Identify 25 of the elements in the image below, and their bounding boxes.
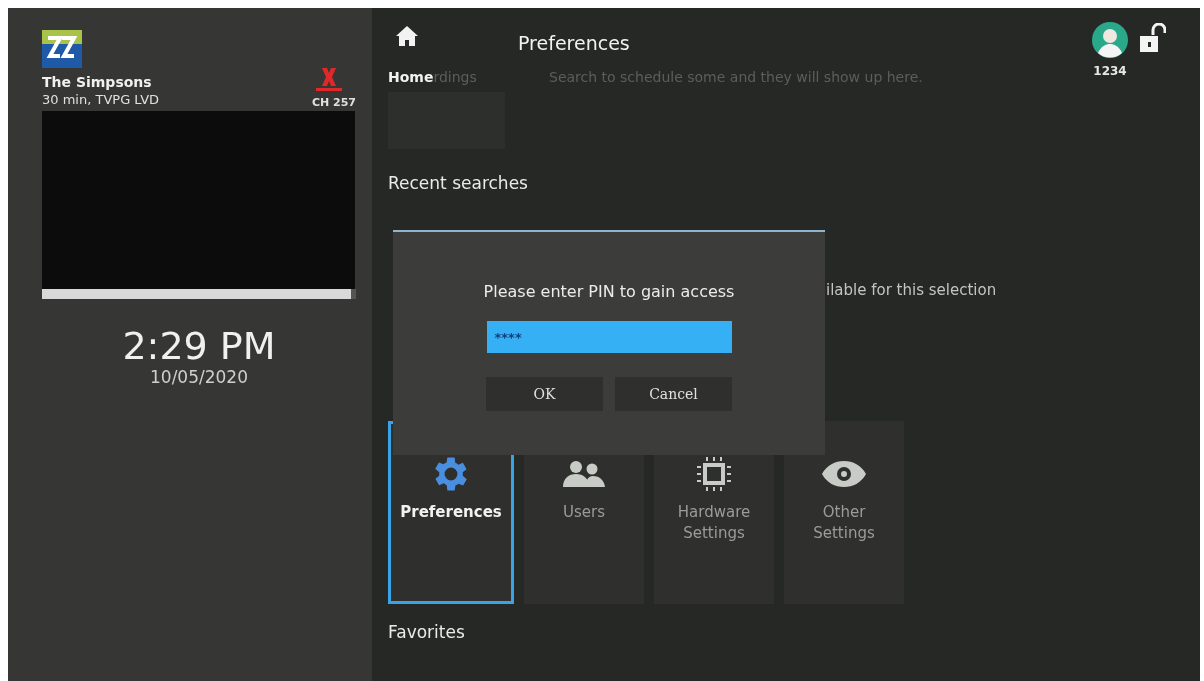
unlocked-lock-icon[interactable] xyxy=(1140,23,1166,53)
settings-tile[interactable]: Other Settings xyxy=(784,421,904,604)
network-logo xyxy=(316,68,342,92)
dialog-prompt: Please enter PIN to gain access xyxy=(483,282,735,301)
users-icon xyxy=(561,459,607,489)
avatar-icon[interactable] xyxy=(1092,22,1128,58)
notice-text: ilable for this selection xyxy=(826,281,998,299)
eye-icon xyxy=(821,460,867,488)
channel-number: CH 257 xyxy=(311,96,356,109)
section-heading: rdings xyxy=(433,69,477,85)
home-icon[interactable] xyxy=(395,24,419,48)
dialog-button[interactable]: Cancel xyxy=(615,377,732,411)
section-heading: Favorites xyxy=(388,622,466,642)
channel-logo xyxy=(42,30,82,68)
clock-time: 2:29 PM xyxy=(122,325,276,367)
clock-date: 10/05/2020 xyxy=(150,367,248,387)
section-heading: Recent searches xyxy=(388,173,529,193)
show-title: The Simpsons xyxy=(42,73,153,91)
pin-field[interactable]: **** xyxy=(486,321,732,353)
show-details: 30 min, TVPG LVD xyxy=(42,91,160,109)
dialog-button[interactable]: OK xyxy=(486,377,603,411)
home-label[interactable]: Home xyxy=(388,69,434,85)
user-pin: 1234 xyxy=(1093,64,1127,78)
chip-icon xyxy=(694,454,734,494)
page-title: Preferences xyxy=(518,32,631,54)
